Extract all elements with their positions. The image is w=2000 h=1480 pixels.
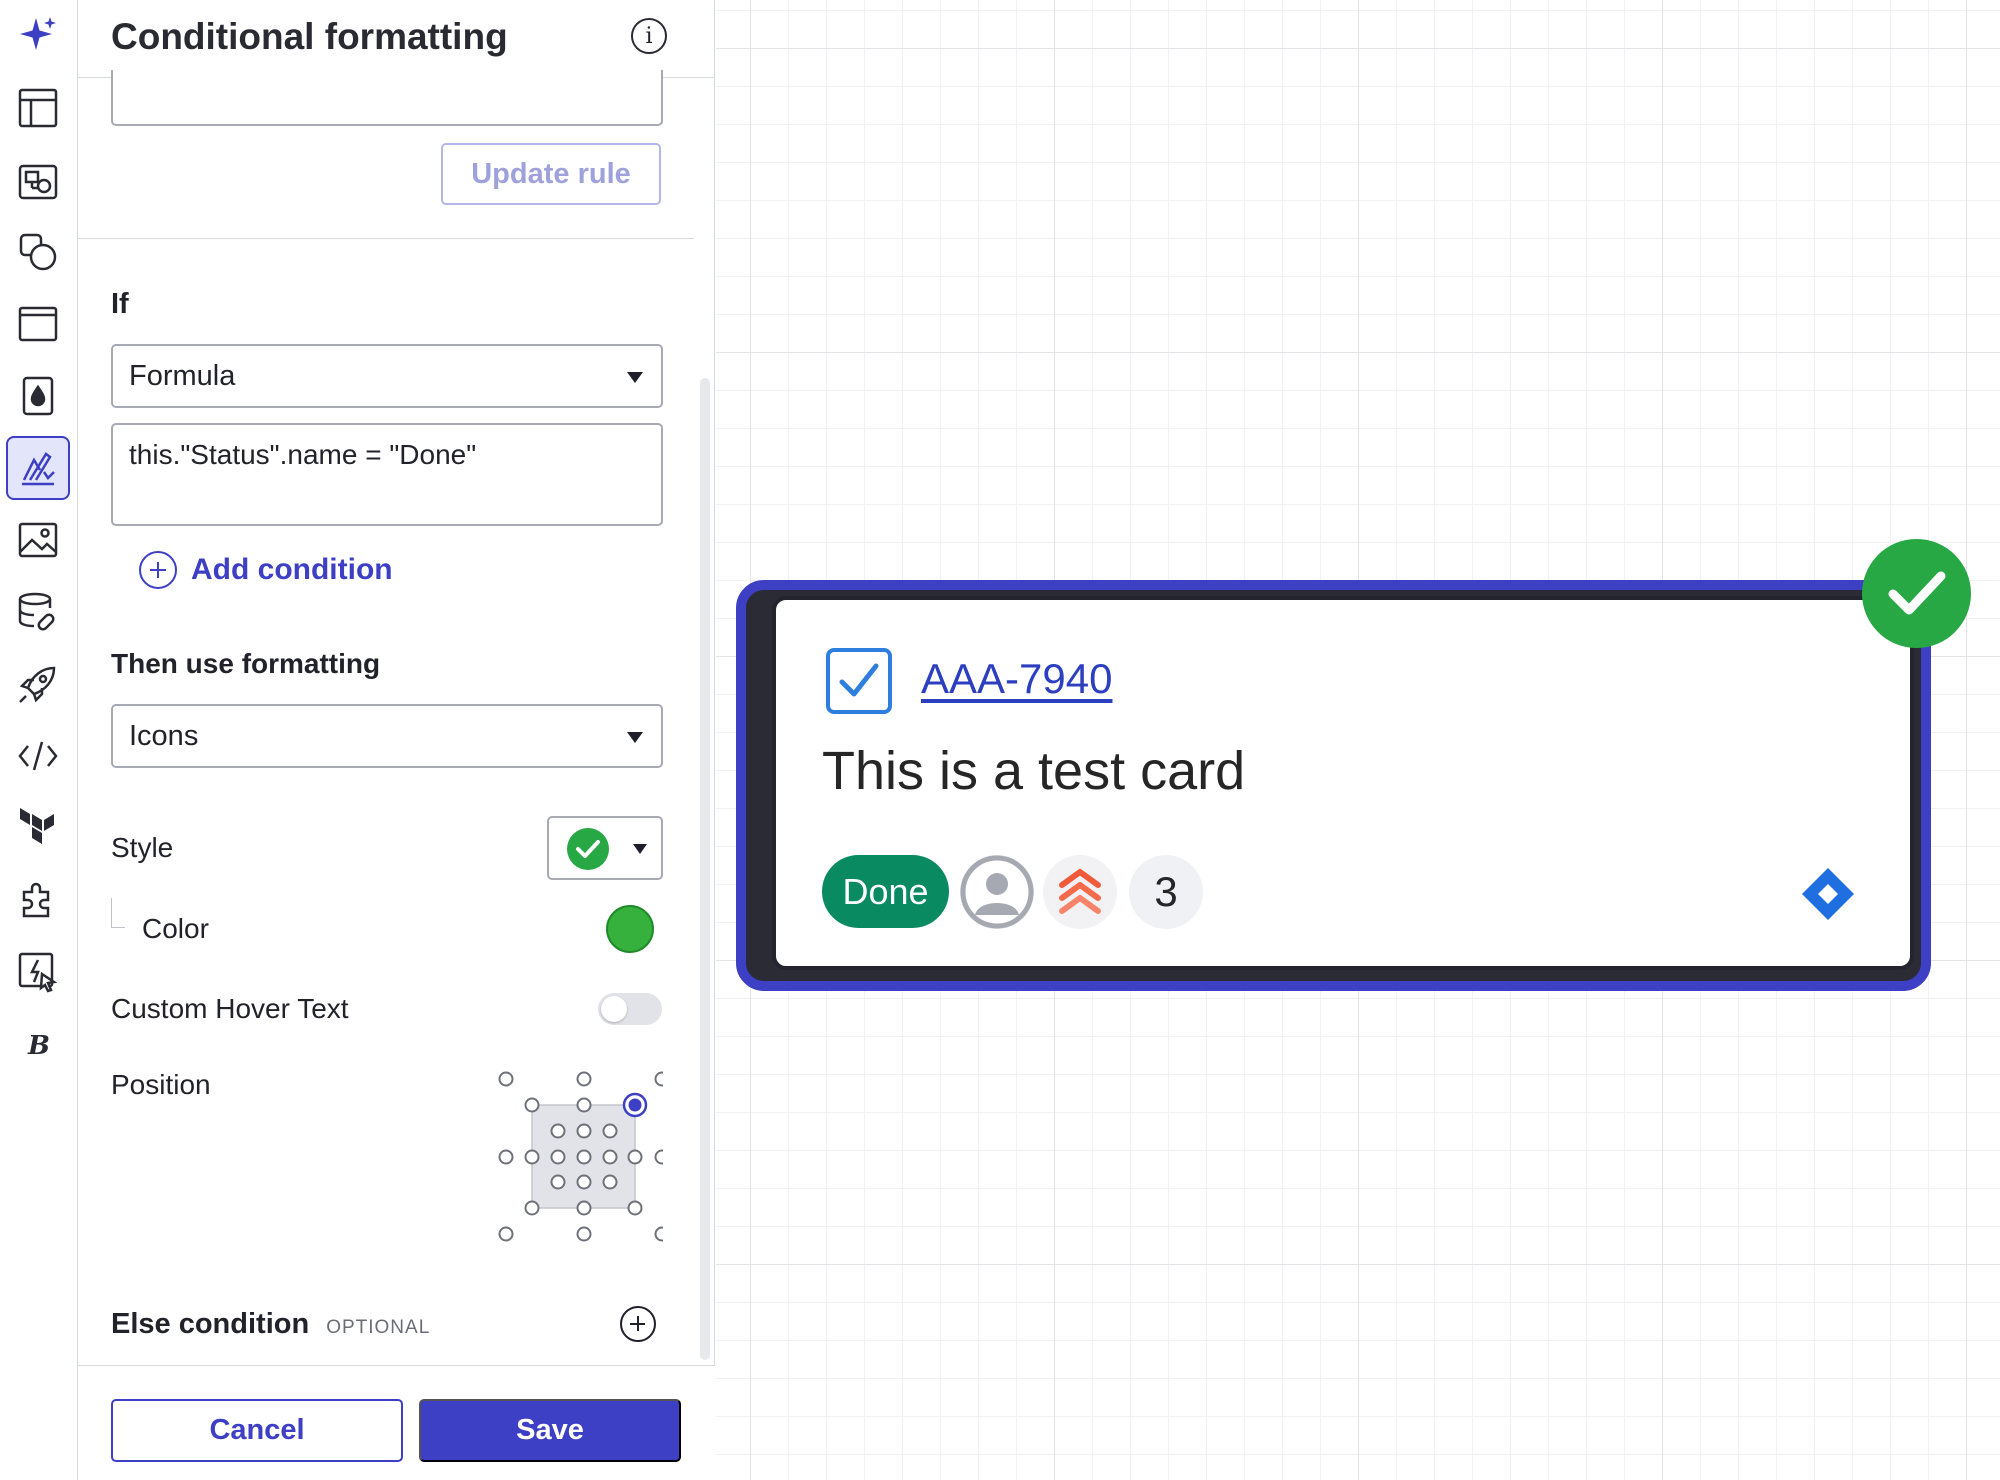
color-label: Color [142,913,209,944]
plus-circle-icon[interactable] [620,1306,656,1342]
conditional-formatting-icon[interactable] [6,436,70,500]
previous-rule-field[interactable] [111,70,663,126]
priority-highest-icon [1043,855,1117,929]
status-badge: Done [822,855,949,928]
condition-type-value: Formula [129,360,236,392]
hover-text-label: Custom Hover Text [111,993,349,1024]
container-icon[interactable] [6,292,70,356]
issue-key-link[interactable]: AAA-7940 [921,655,1112,703]
chevron-down-icon [633,844,647,854]
else-condition-label: Else condition [111,1308,310,1340]
svg-text:B: B [27,1031,50,1061]
image-icon[interactable] [6,508,70,572]
if-label: If [111,288,129,320]
jira-logo-icon [1800,866,1856,922]
formatting-type-select[interactable]: Icons [111,704,663,768]
add-condition-button[interactable]: Add condition [139,550,393,590]
avatar[interactable] [960,855,1034,929]
data-link-icon[interactable] [6,580,70,644]
add-condition-label: Add condition [191,553,393,586]
conditional-formatting-panel: Conditional formatting i Update rule If … [78,0,715,1480]
chevron-down-icon [627,732,643,743]
table-layout-icon[interactable] [6,76,70,140]
info-icon[interactable]: i [631,18,667,54]
shape-library-icon[interactable] [6,148,70,212]
then-formatting-label: Then use formatting [111,648,381,679]
formula-input[interactable]: this."Status".name = "Done" [111,423,663,526]
panel-scrollbar[interactable] [700,378,710,1360]
tree-connector [111,898,125,928]
update-rule-button[interactable]: Update rule [441,143,661,205]
tool-rail: B [0,0,78,1480]
style-label: Style [111,832,174,863]
extension-puzzle-icon[interactable] [6,868,70,932]
action-icon[interactable] [6,940,70,1004]
chevron-down-icon [627,372,643,383]
card-title: This is a test card [822,741,1246,801]
formatting-type-value: Icons [129,720,199,752]
else-condition-row: Else condition OPTIONAL [111,1308,430,1341]
code-icon[interactable] [6,724,70,788]
position-label: Position [111,1069,211,1100]
rocket-icon[interactable] [6,652,70,716]
bold-b-icon[interactable]: B [6,1012,70,1076]
hover-text-toggle[interactable] [598,993,662,1025]
icon-style-select[interactable] [547,816,663,880]
toggle-knob [601,996,627,1022]
panel-header: Conditional formatting i [78,0,715,78]
condition-type-select[interactable]: Formula [111,344,663,408]
sparkle-icon[interactable] [6,4,70,68]
check-circle-icon [567,828,609,870]
shapes-icon[interactable] [6,220,70,284]
cancel-button[interactable]: Cancel [111,1399,403,1462]
save-button[interactable]: Save [419,1399,681,1462]
panel-title: Conditional formatting [111,16,508,57]
story-points-badge: 3 [1129,855,1203,929]
divider [78,238,694,239]
task-checkbox-icon [826,648,892,714]
panel-footer: Cancel Save [78,1365,715,1480]
fill-drop-icon[interactable] [6,364,70,428]
optional-tag: OPTIONAL [326,1317,431,1338]
plus-circle-icon [139,551,177,589]
position-picker[interactable] [478,1060,670,1250]
check-circle-icon [1862,539,1971,648]
formula-text: this."Status".name = "Done" [129,439,477,470]
terraform-icon[interactable] [6,796,70,860]
color-swatch[interactable] [606,905,654,953]
